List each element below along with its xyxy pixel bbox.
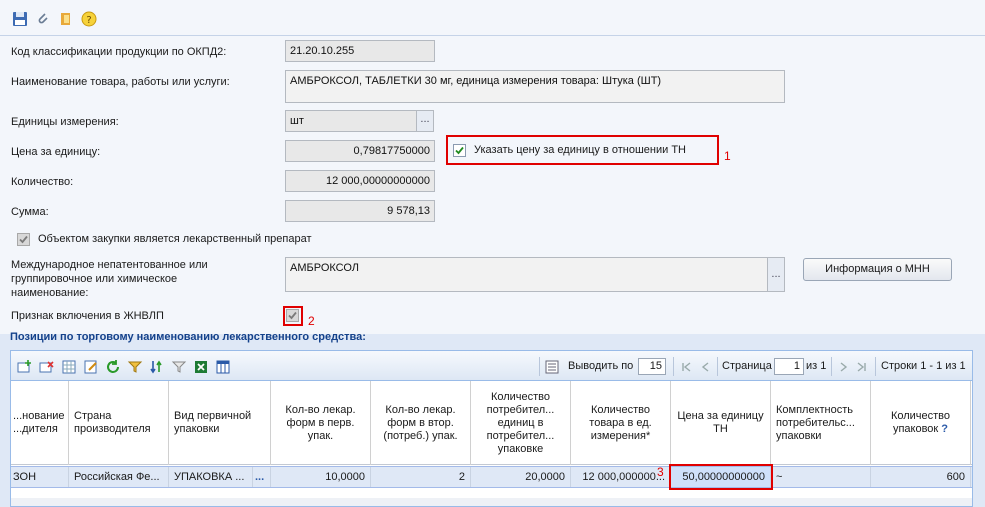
column-header-consumer-units[interactable]: Количество потребител... единиц в потреб…	[471, 381, 571, 465]
product-name-label: Наименование товара, работы или услуги:	[11, 76, 230, 88]
toolbar-separator	[673, 357, 674, 376]
drug-object-checkbox[interactable]	[17, 233, 30, 246]
product-name-field[interactable]: АМБРОКСОЛ, ТАБЛЕТКИ 30 мг, единица измер…	[285, 70, 785, 103]
table-row[interactable]: ЗОН Российская Фе... УПАКОВКА ... ... 10…	[11, 466, 972, 488]
first-page-icon[interactable]	[678, 359, 694, 375]
sum-label: Сумма:	[11, 206, 49, 218]
column-header-forms-secondary[interactable]: Кол-во лекар. форм в втор. (потреб.) упа…	[371, 381, 471, 465]
column-header-manufacturer[interactable]: ...нование ...дителя	[11, 381, 69, 465]
filter-icon[interactable]	[127, 359, 143, 375]
column-header-quantity-units[interactable]: Количество товара в ед. измерения*	[571, 381, 671, 465]
column-header-price-tn[interactable]: Цена за единицу ТН	[671, 381, 771, 465]
grid-toolbar: Выводить по 15 Страница 1 из 1 Строки 1 …	[11, 351, 972, 381]
refresh-icon[interactable]	[105, 359, 121, 375]
column-header-completeness[interactable]: Комплектность потребительс... упаковки	[771, 381, 871, 465]
page-input[interactable]: 1	[774, 358, 804, 375]
toolbar-separator	[539, 357, 540, 376]
table-icon[interactable]	[61, 359, 77, 375]
marker-3: 3	[657, 465, 664, 479]
sort-icon[interactable]	[149, 359, 165, 375]
product-position-window: ? Код классификации продукции по ОКПД2: …	[0, 0, 985, 507]
cell-packages-count: 600	[871, 467, 971, 487]
cell-primary-pack: УПАКОВКА ...	[169, 467, 253, 487]
add-row-icon[interactable]	[17, 359, 33, 375]
window-toolbar: ?	[0, 0, 985, 36]
cell-consumer-units: 20,0000	[471, 467, 571, 487]
help-icon[interactable]: ?	[80, 10, 98, 28]
exit-icon[interactable]	[57, 10, 75, 28]
page-of-label: из 1	[806, 360, 827, 372]
cell-country: Российская Фе...	[69, 467, 169, 487]
page-size-label: Выводить по	[568, 360, 634, 372]
okpd2-field[interactable]: 21.20.10.255	[285, 40, 435, 62]
highlight-box-3	[669, 464, 773, 490]
unit-field[interactable]: шт	[285, 110, 417, 132]
column-header-country[interactable]: Страна производителя	[69, 381, 169, 465]
unit-lookup-button[interactable]: ...	[417, 110, 434, 132]
mnn-lookup-button[interactable]: ...	[768, 257, 785, 292]
column-header-packages-count[interactable]: Количество упаковок ?	[871, 381, 971, 465]
price-per-tn-label: Указать цену за единицу в отношении ТН	[474, 144, 686, 156]
mnn-field[interactable]: АМБРОКСОЛ	[285, 257, 768, 292]
column-header-primary-pack[interactable]: Вид первичной упаковки	[169, 381, 271, 465]
cell-quantity-units: 12 000,000000...	[571, 467, 671, 487]
cell-completeness: ~	[771, 467, 871, 487]
cell-forms-primary: 10,0000	[271, 467, 371, 487]
column-header-forms-primary[interactable]: Кол-во лекар. форм в перв. упак.	[271, 381, 371, 465]
position-form: Код классификации продукции по ОКПД2: 21…	[0, 36, 985, 334]
prev-page-icon[interactable]	[698, 359, 714, 375]
zhnvlp-label: Признак включения в ЖНВЛП	[11, 310, 164, 322]
page-label: Страница	[722, 360, 772, 372]
unit-label: Единицы измерения:	[11, 116, 119, 128]
price-label: Цена за единицу:	[11, 146, 101, 158]
primary-pack-lookup-button[interactable]: ...	[253, 467, 271, 487]
zhnvlp-checkbox[interactable]	[286, 309, 299, 322]
marker-1: 1	[724, 149, 731, 163]
export-excel-icon[interactable]	[193, 359, 209, 375]
page-size-icon	[544, 359, 560, 375]
delete-row-icon[interactable]	[39, 359, 55, 375]
help-icon[interactable]: ?	[941, 423, 948, 435]
mnn-info-button[interactable]: Информация о МНН	[803, 258, 952, 281]
toolbar-separator	[831, 357, 832, 376]
okpd2-label: Код классификации продукции по ОКПД2:	[11, 46, 227, 58]
marker-2: 2	[308, 314, 315, 328]
drug-object-label: Объектом закупки является лекарственный …	[38, 233, 312, 245]
mnn-label: Международное непатентованное или группи…	[11, 259, 208, 299]
quantity-label: Количество:	[11, 176, 74, 188]
trade-positions-grid: Выводить по 15 Страница 1 из 1 Строки 1 …	[10, 350, 973, 507]
columns-icon[interactable]	[215, 359, 231, 375]
page-size-input[interactable]: 15	[638, 358, 666, 375]
cell-manufacturer: ЗОН	[11, 467, 69, 487]
save-icon[interactable]	[11, 10, 29, 28]
next-page-icon[interactable]	[835, 359, 851, 375]
quantity-field[interactable]: 12 000,00000000000	[285, 170, 435, 192]
edit-icon[interactable]	[83, 359, 99, 375]
attach-icon[interactable]	[34, 10, 52, 28]
rows-info: Строки 1 - 1 из 1	[881, 360, 966, 372]
toolbar-separator	[875, 357, 876, 376]
price-field[interactable]: 0,79817750000	[285, 140, 435, 162]
sum-field[interactable]: 9 578,13	[285, 200, 435, 222]
cell-forms-secondary: 2	[371, 467, 471, 487]
clear-filter-icon[interactable]	[171, 359, 187, 375]
svg-text:?: ?	[86, 15, 91, 26]
horizontal-scrollbar[interactable]	[11, 498, 972, 506]
price-per-tn-checkbox[interactable]	[453, 144, 466, 157]
grid-header: ...нование ...дителя Страна производител…	[11, 381, 972, 465]
trade-positions-title: Позиции по торговому наименованию лекарс…	[10, 331, 366, 343]
last-page-icon[interactable]	[854, 359, 870, 375]
toolbar-separator	[717, 357, 718, 376]
